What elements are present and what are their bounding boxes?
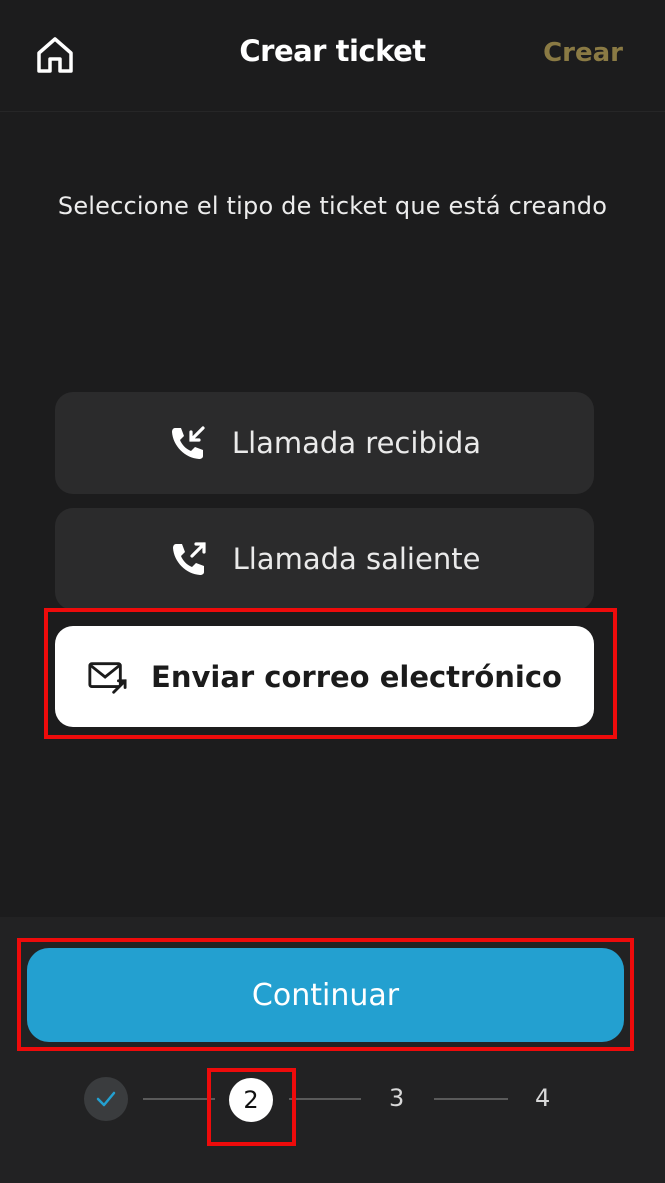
check-icon <box>96 1091 116 1107</box>
option-label: Llamada recibida <box>231 426 482 460</box>
send-email-icon <box>87 657 127 697</box>
step-connector <box>143 1098 215 1100</box>
option-label: Llamada saliente <box>232 542 481 576</box>
instruction-text: Seleccione el tipo de ticket que está cr… <box>57 192 608 220</box>
stepper: 2 3 4 <box>0 1073 665 1133</box>
continue-button[interactable]: Continuar <box>27 948 624 1042</box>
app-header: Crear ticket Crear <box>0 0 665 112</box>
option-label: Enviar correo electrónico <box>151 659 562 694</box>
step-3: 3 <box>389 1084 405 1112</box>
step-connector <box>434 1098 508 1100</box>
step-2-current: 2 <box>229 1078 273 1122</box>
create-button[interactable]: Crear <box>543 38 623 68</box>
incoming-call-icon <box>168 423 208 463</box>
outgoing-call-icon <box>169 539 209 579</box>
option-incoming-call[interactable]: Llamada recibida <box>55 392 594 494</box>
option-outgoing-call[interactable]: Llamada saliente <box>55 508 594 610</box>
step-connector <box>289 1098 361 1100</box>
option-send-email[interactable]: Enviar correo electrónico <box>55 626 594 727</box>
step-4: 4 <box>535 1084 551 1112</box>
step-1-done <box>84 1077 128 1121</box>
